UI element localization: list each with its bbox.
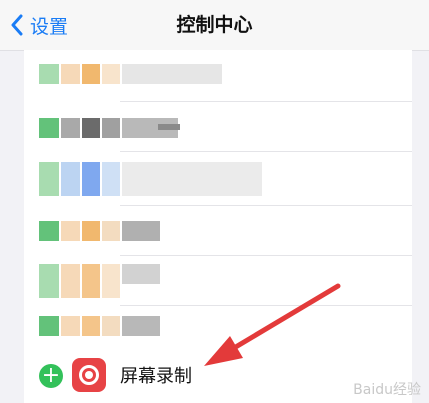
list-item[interactable] — [24, 206, 412, 256]
watermark: Baidu经验 — [353, 382, 421, 398]
list-item[interactable] — [24, 50, 412, 102]
page-title: 控制中心 — [176, 14, 253, 36]
navigation-bar: 设置 控制中心 — [0, 0, 429, 51]
screen-recording-icon — [72, 358, 106, 392]
plus-icon: + — [41, 363, 61, 388]
add-control-button[interactable]: + — [39, 364, 63, 388]
list-item[interactable] — [24, 152, 412, 206]
list-item[interactable] — [24, 256, 412, 306]
controls-list: + 屏幕录制 — [24, 50, 412, 403]
list-item[interactable] — [24, 102, 412, 152]
screen-recording-label: 屏幕录制 — [120, 366, 192, 387]
list-item[interactable] — [24, 306, 412, 350]
